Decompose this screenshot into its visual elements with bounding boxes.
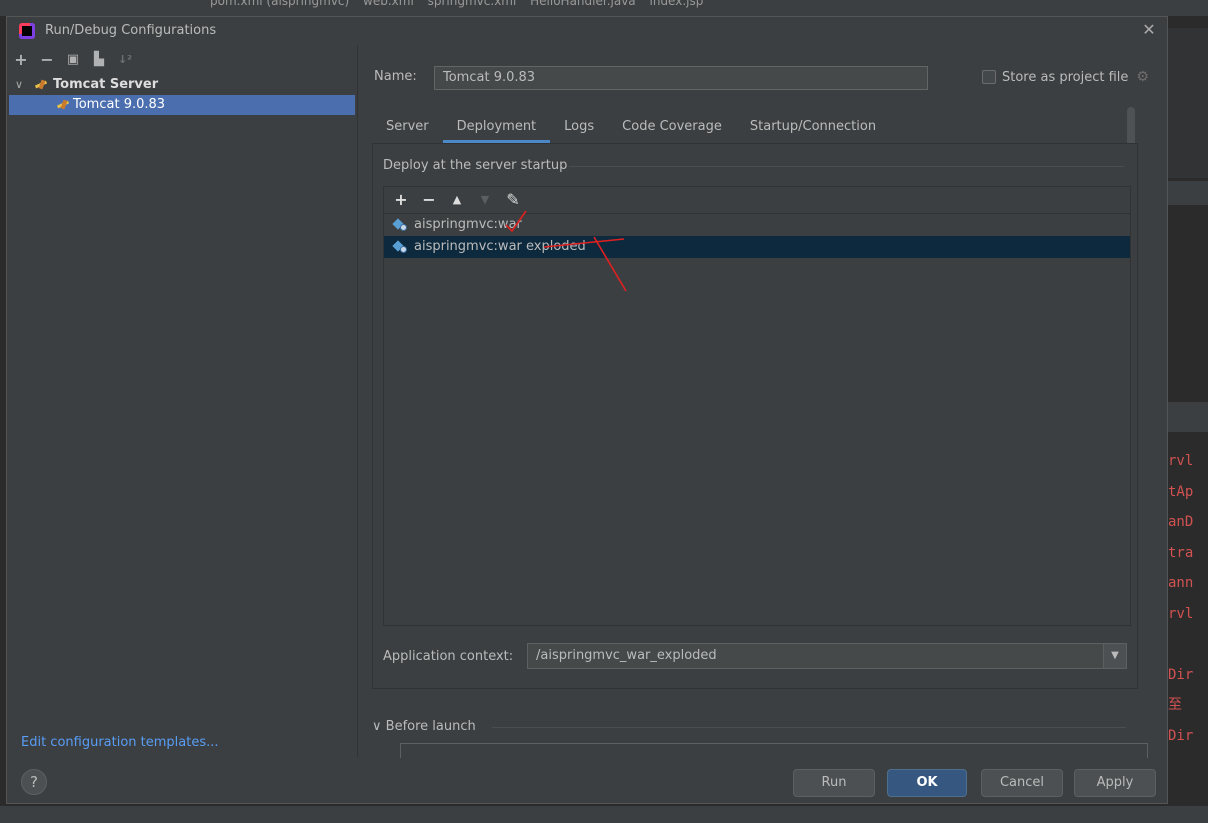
artifact-item-war[interactable]: aispringmvc:war	[384, 214, 1130, 236]
tab-logs[interactable]: Logs	[550, 115, 608, 143]
ide-side-header	[1168, 181, 1208, 205]
artifact-list-toolbar: + − ▲ ▼ ✎	[384, 187, 1130, 214]
tab-startup-connection[interactable]: Startup/Connection	[736, 115, 890, 143]
remove-icon[interactable]: −	[39, 52, 55, 68]
code-line: tra	[1168, 544, 1194, 561]
store-as-project-file[interactable]: Store as project file ⚙	[982, 69, 1149, 85]
before-launch-list	[400, 743, 1148, 758]
deployment-panel: Deploy at the server startup + − ▲ ▼ ✎ a…	[372, 143, 1138, 689]
name-label: Name:	[374, 69, 417, 84]
help-button[interactable]: ?	[21, 769, 47, 795]
code-line: rvl	[1168, 453, 1194, 469]
sidebar-toolbar: + − ▣ ▙ ↓²	[13, 50, 133, 70]
editor-tab-bar: pom.xml (aispringmvc) web.xml springmvc.…	[0, 0, 1208, 16]
editor-tab[interactable]: HelloHandler.java	[530, 0, 636, 8]
name-field[interactable]: Tomcat 9.0.83	[434, 66, 928, 90]
dialog-title: Run/Debug Configurations	[45, 23, 217, 38]
deploy-group-title: Deploy at the server startup	[383, 158, 568, 173]
store-as-project-file-label: Store as project file	[1002, 69, 1129, 85]
application-context-combobox[interactable]: /aispringmvc_war_exploded ▼	[527, 643, 1127, 669]
code-line: Dir	[1168, 666, 1194, 683]
before-launch-label: Before launch	[385, 719, 476, 734]
config-tabs: Server Deployment Logs Code Coverage Sta…	[374, 115, 890, 143]
close-icon[interactable]: ✕	[1139, 20, 1159, 40]
tree-item-label: Tomcat 9.0.83	[73, 97, 166, 112]
edit-configuration-templates-link[interactable]: Edit configuration templates...	[21, 735, 219, 750]
code-line: anD	[1168, 514, 1194, 530]
add-icon[interactable]: +	[394, 192, 408, 208]
run-debug-configurations-dialog: Run/Debug Configurations ✕ + − ▣ ▙ ↓² ∨ …	[6, 16, 1168, 804]
code-line: 至	[1168, 697, 1182, 713]
add-icon[interactable]: +	[13, 52, 29, 68]
configuration-editor: Name: Tomcat 9.0.83 Store as project fil…	[358, 45, 1167, 758]
configurations-sidebar: + − ▣ ▙ ↓² ∨ Tomcat Server Tomcat 9.0.83…	[7, 45, 357, 757]
intellij-logo-icon	[19, 23, 35, 39]
ide-side-panel	[1168, 28, 1208, 178]
application-context-label: Application context:	[383, 649, 514, 664]
application-context-value: /aispringmvc_war_exploded	[536, 648, 717, 663]
edit-icon[interactable]: ✎	[506, 192, 520, 208]
editor-tab[interactable]: pom.xml (aispringmvc)	[210, 0, 349, 8]
artifact-label: aispringmvc:war exploded	[414, 239, 586, 254]
tree-item-tomcat-config[interactable]: Tomcat 9.0.83	[9, 95, 355, 115]
tab-deployment[interactable]: Deployment	[442, 115, 551, 143]
editor-tab[interactable]: web.xml	[363, 0, 414, 8]
code-line: tAp	[1168, 483, 1194, 500]
ide-side-header	[1168, 402, 1208, 432]
ide-status-bar	[0, 806, 1208, 823]
editor-tab[interactable]: index.jsp	[650, 0, 704, 8]
copy-icon[interactable]: ▣	[65, 52, 81, 68]
tab-code-coverage[interactable]: Code Coverage	[608, 115, 736, 143]
sort-icon[interactable]: ↓²	[117, 52, 133, 68]
artifact-list: + − ▲ ▼ ✎ aispringmvc:war aispringmvc:wa…	[383, 186, 1131, 626]
tomcat-icon	[35, 80, 47, 90]
tree-group-label: Tomcat Server	[53, 77, 159, 92]
move-to-folder-icon[interactable]: ▙	[91, 52, 107, 68]
before-launch-header[interactable]: ∨ Before launch	[372, 719, 476, 734]
move-up-icon[interactable]: ▲	[450, 192, 464, 208]
artifact-icon	[394, 218, 408, 232]
group-divider	[569, 166, 1124, 167]
tab-server[interactable]: Server	[374, 115, 443, 143]
dropdown-arrow-icon[interactable]: ▼	[1103, 644, 1126, 668]
editor-tab[interactable]: springmvc.xml	[428, 0, 517, 8]
tomcat-icon	[57, 100, 69, 110]
ok-button[interactable]: OK	[887, 769, 967, 797]
code-line: rvl	[1168, 605, 1194, 622]
code-line: ann	[1168, 575, 1194, 591]
configurations-tree: ∨ Tomcat Server Tomcat 9.0.83	[7, 75, 355, 115]
move-down-icon[interactable]: ▼	[478, 192, 492, 208]
remove-icon[interactable]: −	[422, 192, 436, 208]
group-divider	[492, 727, 1126, 728]
editor-code-fragment: rvl tAp anD tra ann rvl Dir 至 Dir	[1168, 446, 1208, 751]
chevron-down-icon[interactable]: ∨	[372, 719, 382, 734]
apply-button[interactable]: Apply	[1074, 769, 1156, 797]
dialog-title-bar[interactable]: Run/Debug Configurations ✕	[7, 17, 1167, 45]
chevron-down-icon[interactable]: ∨	[15, 75, 23, 95]
code-line: Dir	[1168, 727, 1194, 744]
artifact-item-war-exploded[interactable]: aispringmvc:war exploded	[384, 236, 1130, 258]
artifact-icon	[394, 240, 408, 254]
tree-group-tomcat-server[interactable]: ∨ Tomcat Server	[7, 75, 355, 95]
run-button[interactable]: Run	[793, 769, 875, 797]
store-as-project-file-checkbox[interactable]	[982, 70, 996, 84]
gear-icon[interactable]: ⚙	[1136, 69, 1149, 85]
artifact-label: aispringmvc:war	[414, 217, 522, 232]
cancel-button[interactable]: Cancel	[981, 769, 1063, 797]
